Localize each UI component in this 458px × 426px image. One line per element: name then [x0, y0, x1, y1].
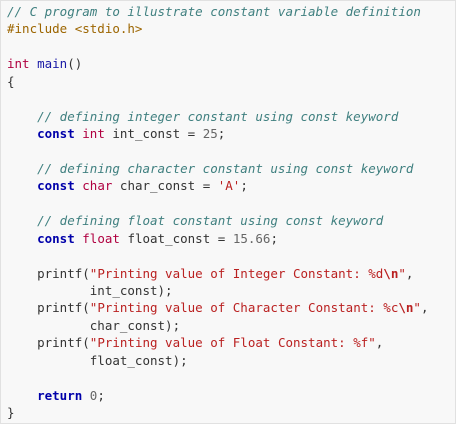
code-token-ident: int_const =	[104, 126, 203, 142]
code-token-number: 15.66	[232, 230, 271, 246]
code-token-ident: printf(	[7, 265, 90, 281]
code-token-indent	[7, 213, 37, 228]
code-token-string: "	[398, 265, 406, 281]
code-content: // C program to illustrate constant vari…	[7, 3, 451, 422]
code-token-punct	[82, 388, 90, 403]
code-token-ident: float_const =	[119, 230, 233, 246]
code-line: char_const);	[7, 317, 451, 334]
code-token-indent	[7, 126, 37, 141]
code-line: printf("Printing value of Character Cons…	[7, 299, 451, 316]
code-token-indent	[7, 388, 37, 403]
code-token-string: 'A'	[217, 178, 241, 194]
code-token-ident: printf(	[7, 300, 90, 316]
code-line: {	[7, 73, 451, 90]
code-line: // defining character constant using con…	[7, 160, 451, 177]
code-line: // defining float constant using const k…	[7, 212, 451, 229]
code-token-preproc: #include <stdio.h>	[7, 21, 143, 37]
code-token-ident: int_const);	[7, 283, 173, 298]
code-token-punct: }	[7, 405, 15, 421]
code-line: int main()	[7, 55, 451, 72]
code-token-escape: \n	[398, 300, 414, 316]
code-line: }	[7, 404, 451, 421]
code-line: // C program to illustrate constant vari…	[7, 3, 451, 20]
code-token-punct: ;	[217, 126, 226, 142]
code-token-punct: ;	[240, 178, 248, 194]
code-token-keyword: const	[37, 230, 75, 246]
code-token-punct: ()	[67, 56, 83, 72]
code-line: // defining integer constant using const…	[7, 108, 451, 125]
code-line: return 0;	[7, 387, 451, 404]
code-token-indent	[7, 109, 37, 124]
code-token-comment: // defining float constant using const k…	[37, 213, 384, 229]
code-token-ident: float_const);	[7, 352, 188, 368]
code-token-escape: \n	[383, 265, 399, 281]
code-token-ident: char_const =	[112, 178, 218, 194]
code-line: int_const);	[7, 282, 451, 299]
code-line: printf("Printing value of Float Constant…	[7, 334, 451, 351]
code-token-string: "Printing value of Integer Constant: %d	[89, 265, 384, 281]
code-line: float_const);	[7, 352, 451, 369]
code-token-indent	[7, 231, 37, 246]
code-token-type: char	[82, 178, 113, 194]
code-token-punct: ,	[405, 265, 414, 281]
code-token-indent	[7, 178, 37, 193]
code-token-type: float	[82, 230, 120, 246]
code-token-keyword: const	[37, 126, 75, 142]
code-token-punct: ;	[97, 387, 105, 403]
code-token-punct: {	[7, 73, 15, 89]
code-token-comment: // C program to illustrate constant vari…	[7, 4, 421, 19]
code-token-number: 25	[202, 126, 218, 142]
code-token-string: "Printing value of Float Constant: %f"	[89, 335, 376, 351]
code-token-indent	[7, 161, 37, 176]
code-token-func: main	[29, 56, 68, 72]
code-token-ident: char_const);	[7, 317, 181, 333]
code-line: const int int_const = 25;	[7, 125, 451, 142]
code-token-comment: // defining character constant using con…	[37, 160, 414, 176]
code-token-type: int	[82, 126, 105, 142]
code-token-string: "	[413, 300, 421, 316]
code-block: // C program to illustrate constant vari…	[0, 0, 456, 424]
code-token-keyword: return	[37, 387, 83, 403]
code-line: const float float_const = 15.66;	[7, 230, 451, 247]
code-line: #include <stdio.h>	[7, 20, 451, 37]
code-token-punct: ,	[420, 300, 429, 316]
code-line: const char char_const = 'A';	[7, 177, 451, 194]
code-token-keyword: const	[37, 178, 75, 194]
code-token-type: int	[7, 56, 30, 72]
code-token-comment: // defining integer constant using const…	[37, 108, 399, 124]
code-token-string: "Printing value of Character Constant: %…	[89, 300, 399, 316]
code-token-ident: printf(	[7, 335, 90, 351]
code-line: printf("Printing value of Integer Consta…	[7, 265, 451, 282]
code-token-punct: ,	[375, 335, 384, 351]
code-token-punct: ;	[270, 230, 278, 246]
